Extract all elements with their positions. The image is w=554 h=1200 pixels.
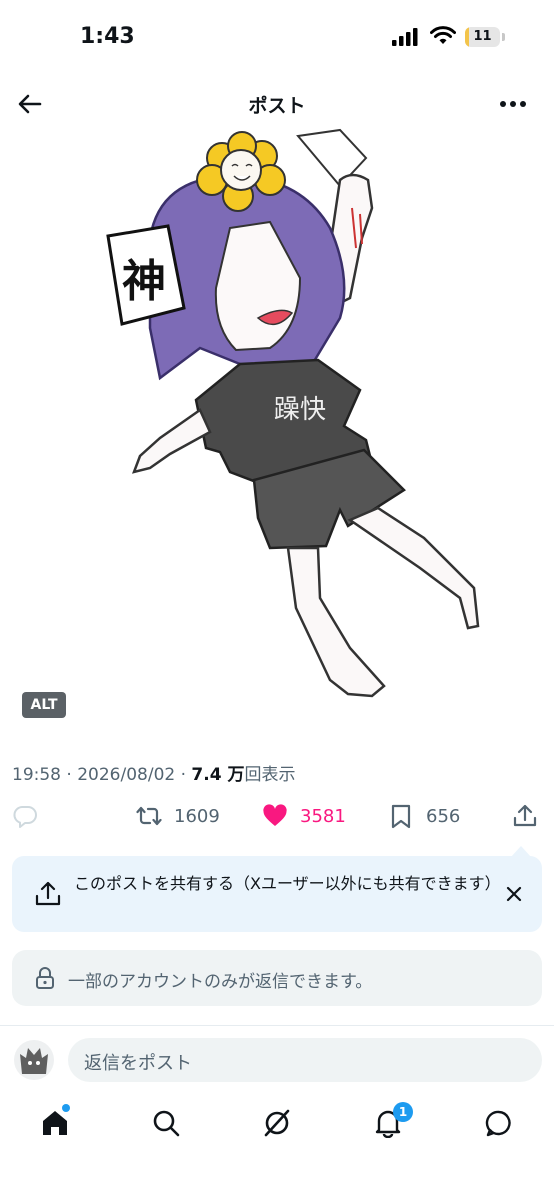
tab-home[interactable] [40,1104,70,1138]
post-image[interactable]: 神 躁快 [0,128,554,730]
lock-icon [36,967,54,989]
illustration: 神 躁快 [106,128,480,698]
post-actions: 1609 3581 656 [0,796,554,836]
cellular-signal-icon [392,28,418,46]
tab-notifications[interactable]: 1 [373,1102,413,1139]
bookmark-count: 656 [426,805,461,827]
tab-messages[interactable] [484,1108,514,1138]
bookmark-icon [391,804,411,829]
view-label: 回表示 [244,765,296,785]
bottom-tab-bar: 1 [0,1098,554,1154]
home-icon [43,1111,67,1135]
reply-restriction-notice: 一部のアカウントのみが返信できます。 [12,950,542,1006]
page-title: ポスト [248,95,306,117]
retweet-button[interactable]: 1609 [136,802,220,830]
grok-icon [264,1109,290,1137]
alt-text-button[interactable]: ALT [22,692,66,718]
status-time: 1:43 [80,24,135,49]
reply-restriction-text: 一部のアカウントのみが返信できます。 [68,972,373,992]
header: ポスト [0,78,554,130]
status-bar: 1:43 11 [0,0,554,76]
divider [0,1025,554,1026]
tab-grok[interactable] [262,1108,292,1138]
share-callout[interactable]: このポストを共有する（Xユーザー以外にも共有できます） [12,856,542,932]
avatar[interactable] [14,1040,54,1080]
view-count: 7.4 万 [191,765,245,785]
like-count: 3581 [300,805,346,827]
post-metadata: 19:58 · 2026/08/02 · 7.4 万回表示 [12,765,296,785]
post-date: 2026/08/02 [77,765,176,785]
reply-placeholder: 返信をポスト [84,1053,192,1074]
retweet-count: 1609 [174,805,220,827]
home-unread-dot [62,1104,70,1112]
battery-level: 11 [473,29,492,44]
reply-icon [13,806,37,828]
reply-input[interactable]: 返信をポスト [68,1038,542,1082]
more-options-icon[interactable] [496,92,530,116]
share-icon [35,881,61,906]
avatar-image [20,1048,48,1074]
messages-icon [485,1110,511,1137]
post-time: 19:58 [12,765,61,785]
reply-button[interactable] [12,802,38,830]
battery-icon: 11 [465,27,505,47]
share-callout-text: このポストを共有する（Xユーザー以外にも共有できます） [74,874,501,893]
shirt-text: 躁快 [274,395,326,425]
search-icon [153,1110,180,1137]
share-icon [513,804,537,827]
tab-search[interactable] [151,1108,181,1138]
notification-badge: 1 [393,1102,413,1122]
retweet-icon [136,806,162,826]
sign-text: 神 [122,256,166,307]
close-icon[interactable] [502,882,526,906]
like-button[interactable]: 3581 [262,802,346,830]
bookmark-button[interactable]: 656 [388,802,460,830]
wifi-icon [430,26,456,44]
share-button[interactable] [512,802,538,830]
heart-icon [263,804,287,826]
